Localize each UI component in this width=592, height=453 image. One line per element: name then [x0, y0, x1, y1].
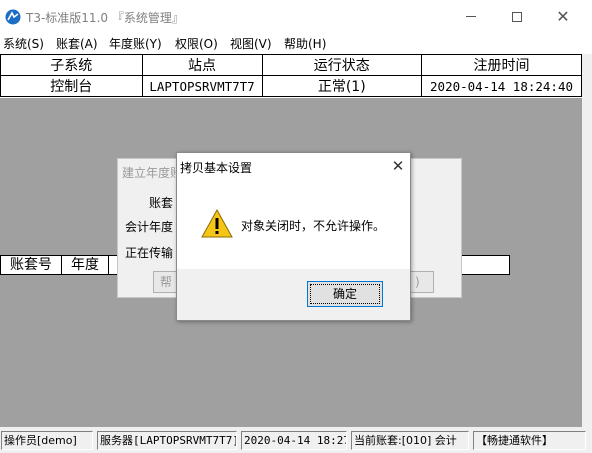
copy-settings-dialog: 拷贝基本设置 ✕ 对象关闭时，不允许操作。 确定 — [176, 152, 411, 321]
dialog-close-icon[interactable]: ✕ — [388, 156, 408, 176]
table-cell: LAPTOPSRVMT7T7 — [141, 75, 263, 97]
status-operator: 操作员[demo] — [1, 431, 93, 450]
table-cell: 2020-04-14 18:24:40 — [421, 75, 582, 97]
column-header[interactable]: 站点 — [141, 54, 263, 76]
table-cell: 控制台 — [0, 75, 143, 97]
vertical-scrollbar[interactable] — [582, 54, 592, 427]
column-header[interactable]: 注册时间 — [421, 54, 582, 76]
status-server: 服务器[LAPTOPSRVMT7T7] — [97, 431, 237, 450]
minimize-button[interactable] — [448, 0, 494, 33]
status-bar: 操作员[demo] 服务器[LAPTOPSRVMT7T7] 2020-04-14… — [0, 427, 592, 453]
column-header[interactable]: 运行状态 — [261, 54, 423, 76]
status-brand: 【畅捷通软件】 — [473, 431, 586, 450]
menu-account[interactable]: 账套(A) — [56, 35, 98, 52]
dialog-button[interactable]: ) — [408, 271, 434, 293]
dialog-title: 拷贝基本设置 — [180, 161, 253, 175]
year-label: 会计年度 — [125, 220, 174, 234]
menu-permission[interactable]: 权限(O) — [175, 35, 218, 52]
close-button[interactable]: ✕ — [540, 0, 586, 33]
table-row[interactable]: 控制台 LAPTOPSRVMT7T7 正常(1) 2020-04-14 18:2… — [0, 75, 582, 97]
menu-help[interactable]: 帮助(H) — [284, 35, 326, 52]
table-cell: 正常(1) — [261, 75, 423, 97]
dialog-footer: 确定 — [177, 269, 410, 320]
subsystem-table: 子系统 站点 运行状态 注册时间 控制台 LAPTOPSRVMT7T7 正常(1… — [0, 54, 582, 97]
minimize-icon — [466, 16, 476, 17]
t3-app-icon — [5, 9, 21, 25]
window-title: T3-标准版11.0 『系统管理』 — [26, 11, 184, 25]
menu-year-account[interactable]: 年度账(Y) — [109, 35, 162, 52]
title-bar: T3-标准版11.0 『系统管理』 ✕ — [0, 0, 592, 33]
account-label: 账套 — [149, 196, 174, 210]
ok-button[interactable]: 确定 — [307, 281, 383, 307]
maximize-button[interactable] — [494, 0, 540, 33]
menu-bar: 系统(S) 账套(A) 年度账(Y) 权限(O) 视图(V) 帮助(H) — [0, 33, 592, 52]
menu-view[interactable]: 视图(V) — [230, 35, 272, 52]
dialog-title: 建立年度账 — [122, 166, 183, 180]
table-header-row: 子系统 站点 运行状态 注册时间 — [0, 54, 582, 76]
column-header[interactable]: 子系统 — [0, 54, 143, 76]
status-datetime: 2020-04-14 18:27 — [241, 431, 347, 450]
dialog-message: 对象关闭时，不允许操作。 — [241, 219, 386, 233]
status-current-account: 当前账套:[010] 会计 — [351, 431, 469, 450]
dialog-body: 对象关闭时，不允许操作。 — [177, 181, 410, 269]
column-header[interactable]: 年度 — [62, 256, 109, 274]
close-icon: ✕ — [556, 6, 570, 26]
maximize-icon — [512, 11, 522, 22]
column-header[interactable]: 账套号 — [1, 256, 62, 274]
warning-icon — [201, 209, 233, 238]
transfer-label: 正在传输 — [125, 246, 174, 260]
menu-system[interactable]: 系统(S) — [3, 35, 44, 52]
